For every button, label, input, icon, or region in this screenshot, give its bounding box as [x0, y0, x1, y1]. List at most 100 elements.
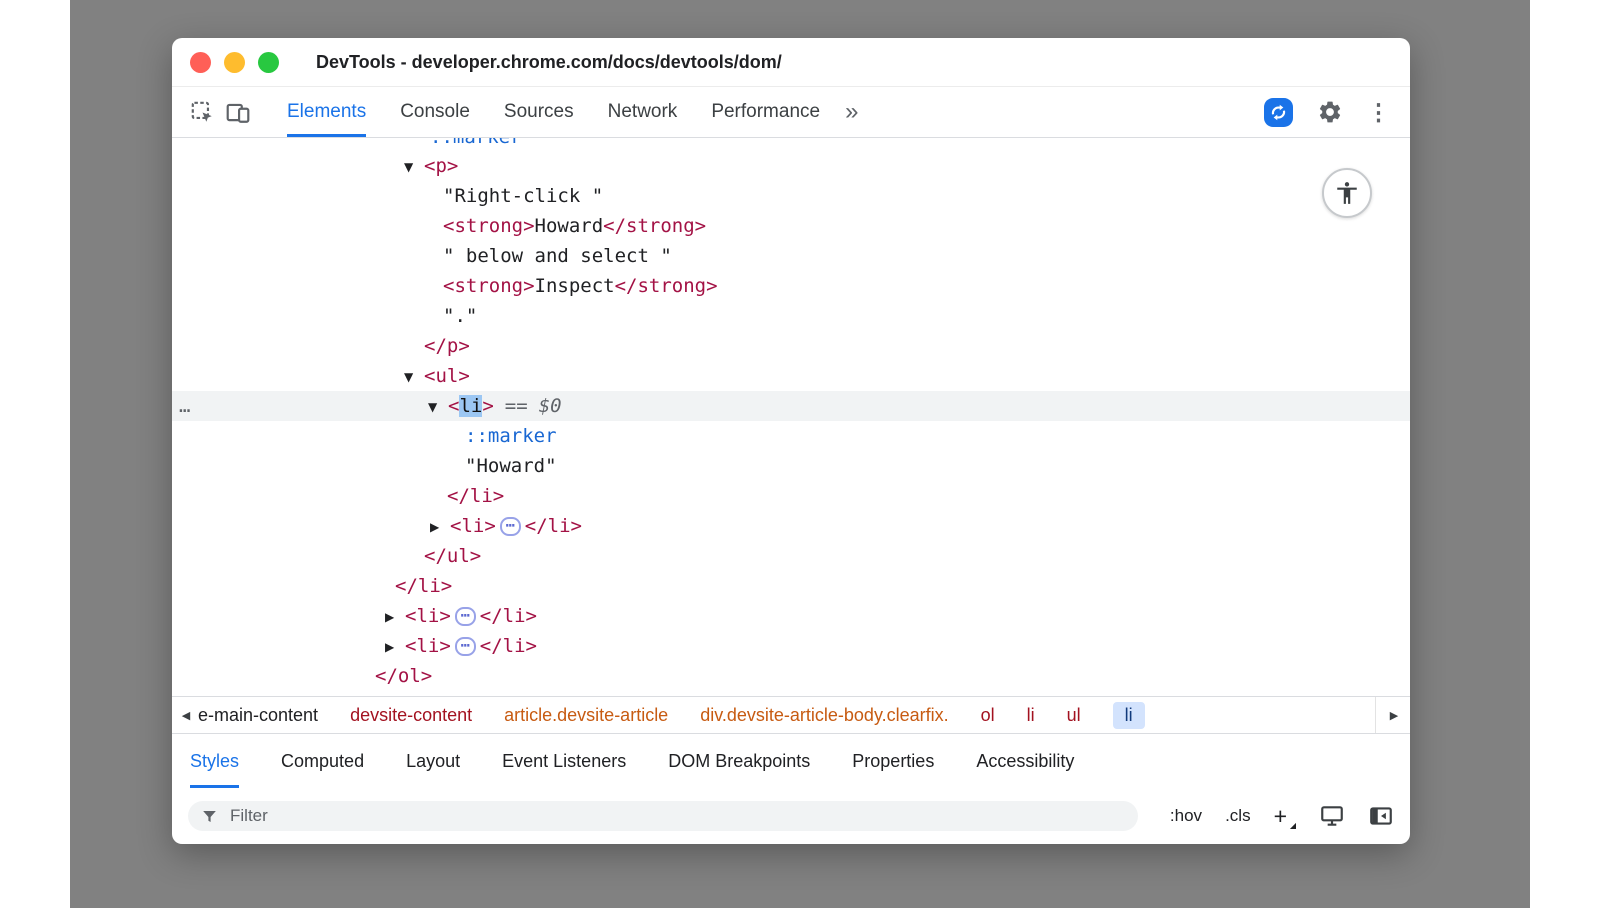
tab-event-listeners[interactable]: Event Listeners	[502, 734, 626, 788]
tab-sources[interactable]: Sources	[504, 87, 574, 137]
tree-line-collapsed-li[interactable]: ▶<li>⋯</li>	[172, 631, 1410, 661]
tree-line-ol-close[interactable]: </ol>	[172, 661, 1410, 691]
tree-line-li-close[interactable]: </li>	[172, 571, 1410, 601]
breadcrumb-item[interactable]: div.devsite-article-body.clearfix.	[700, 705, 948, 726]
text-node[interactable]: "."	[443, 305, 477, 327]
tree-line-text[interactable]: "Howard"	[172, 451, 1410, 481]
tab-computed[interactable]: Computed	[281, 734, 364, 788]
dollar-zero-reference: $0	[539, 395, 562, 417]
tab-elements[interactable]: Elements	[287, 87, 366, 137]
settings-gear-icon[interactable]	[1317, 99, 1343, 125]
tag-p-close[interactable]: </p>	[424, 335, 470, 357]
tree-line-collapsed-li[interactable]: ▶<li>⋯</li>	[172, 511, 1410, 541]
tree-line-text[interactable]: "Right-click "	[172, 181, 1410, 211]
tag-li-close[interactable]: </li>	[395, 575, 452, 597]
text-node[interactable]: " below and select "	[443, 245, 672, 267]
tab-properties[interactable]: Properties	[852, 734, 934, 788]
inspect-icon[interactable]	[184, 87, 220, 137]
tree-line-text[interactable]: " below and select "	[172, 241, 1410, 271]
tree-line-strong-howard[interactable]: <strong>Howard</strong>	[172, 211, 1410, 241]
inline-expand-button[interactable]: ⋯	[500, 517, 521, 536]
marker-pseudo-element[interactable]: ::marker	[430, 138, 522, 151]
breadcrumb-scroll-left-icon[interactable]: ◀	[174, 709, 198, 722]
collapse-arrow-icon[interactable]: ▶	[430, 512, 450, 542]
tree-line-ul-open[interactable]: ▼<ul>	[172, 361, 1410, 391]
text-node[interactable]: Inspect	[535, 275, 615, 297]
inline-expand-button[interactable]: ⋯	[455, 637, 476, 656]
plus-caret-icon: ◢	[1290, 822, 1296, 830]
tag-li-open[interactable]: <li>	[405, 635, 451, 657]
tag-li-gt[interactable]: >	[482, 395, 493, 417]
tree-line-strong-inspect[interactable]: <strong>Inspect</strong>	[172, 271, 1410, 301]
selected-tag-name[interactable]: li	[459, 395, 482, 417]
blue-sync-icon[interactable]	[1264, 98, 1293, 127]
tag-ol-close[interactable]: </ol>	[375, 665, 432, 687]
equals-sign: ==	[505, 395, 528, 417]
marker-pseudo-element[interactable]: ::marker	[465, 425, 557, 447]
expand-arrow-icon[interactable]: ▼	[428, 392, 448, 422]
new-style-rule-button[interactable]: +◢	[1274, 805, 1296, 828]
tab-console[interactable]: Console	[400, 87, 470, 137]
text-node[interactable]: Howard	[535, 215, 604, 237]
breadcrumb-item[interactable]: devsite-content	[350, 705, 472, 726]
tree-line-marker[interactable]: ::marker	[172, 421, 1410, 451]
tag-strong-close[interactable]: </strong>	[603, 215, 706, 237]
tag-ul-close[interactable]: </ul>	[424, 545, 481, 567]
minimize-window-button[interactable]	[224, 52, 245, 73]
text-node[interactable]: "Howard"	[465, 455, 557, 477]
accessibility-floating-button[interactable]	[1322, 168, 1372, 218]
breadcrumb-item[interactable]: ol	[981, 705, 995, 726]
tag-li-lt[interactable]: <	[448, 395, 459, 417]
toggle-element-state-button[interactable]: :hov	[1170, 806, 1202, 826]
breadcrumb-right-divider: ▶	[1375, 697, 1406, 733]
inline-expand-button[interactable]: ⋯	[455, 607, 476, 626]
breadcrumb-item[interactable]: ul	[1067, 705, 1081, 726]
element-classes-button[interactable]: .cls	[1225, 806, 1251, 826]
tree-line-clipped-marker[interactable]: ::marker	[172, 138, 1410, 151]
breadcrumb-item[interactable]: e-main-content	[198, 705, 318, 726]
tag-li-close[interactable]: </li>	[480, 605, 537, 627]
tag-strong-open[interactable]: <strong>	[443, 215, 535, 237]
tree-line-collapsed-li[interactable]: ▶<li>⋯</li>	[172, 601, 1410, 631]
zoom-window-button[interactable]	[258, 52, 279, 73]
tree-line-selected-li[interactable]: …▼<li>==$0	[172, 391, 1410, 421]
collapse-arrow-icon[interactable]: ▶	[385, 632, 405, 662]
tag-strong-close[interactable]: </strong>	[615, 275, 718, 297]
more-tabs-chevron-icon[interactable]: »	[845, 87, 858, 137]
tag-li-close[interactable]: </li>	[447, 485, 504, 507]
tree-line-li-close[interactable]: </li>	[172, 481, 1410, 511]
tab-styles[interactable]: Styles	[190, 734, 239, 788]
close-window-button[interactable]	[190, 52, 211, 73]
styles-pane-buttons: :hov .cls +◢	[1170, 803, 1394, 829]
tag-li-open[interactable]: <li>	[450, 515, 496, 537]
expand-arrow-icon[interactable]: ▼	[404, 152, 424, 182]
tab-network[interactable]: Network	[608, 87, 678, 137]
tag-li-close[interactable]: </li>	[480, 635, 537, 657]
collapse-arrow-icon[interactable]: ▶	[385, 602, 405, 632]
toggle-sidebar-icon[interactable]	[1368, 803, 1394, 829]
tree-line-ul-close[interactable]: </ul>	[172, 541, 1410, 571]
tree-line-p-open[interactable]: ▼<p>	[172, 151, 1410, 181]
tab-performance[interactable]: Performance	[711, 87, 820, 137]
filter-text-field[interactable]	[228, 805, 1126, 827]
breadcrumb-item[interactable]: article.devsite-article	[504, 705, 668, 726]
breadcrumb-scroll-right-icon[interactable]: ▶	[1382, 709, 1406, 722]
tab-accessibility[interactable]: Accessibility	[976, 734, 1074, 788]
tag-p-open[interactable]: <p>	[424, 155, 458, 177]
breadcrumb-item[interactable]: li	[1027, 705, 1035, 726]
rendering-emulations-icon[interactable]	[1319, 803, 1345, 829]
kebab-menu-icon[interactable]: ⋮	[1367, 101, 1390, 124]
device-toolbar-icon[interactable]	[220, 87, 256, 137]
tab-layout[interactable]: Layout	[406, 734, 460, 788]
tag-strong-open[interactable]: <strong>	[443, 275, 535, 297]
filter-input[interactable]	[188, 801, 1138, 831]
text-node[interactable]: "Right-click "	[443, 185, 603, 207]
tree-line-text[interactable]: "."	[172, 301, 1410, 331]
tab-dom-breakpoints[interactable]: DOM Breakpoints	[668, 734, 810, 788]
tag-li-close[interactable]: </li>	[525, 515, 582, 537]
tag-li-open[interactable]: <li>	[405, 605, 451, 627]
expand-arrow-icon[interactable]: ▼	[404, 362, 424, 392]
breadcrumb-item-selected[interactable]: li	[1113, 702, 1145, 729]
tag-ul-open[interactable]: <ul>	[424, 365, 470, 387]
tree-line-p-close[interactable]: </p>	[172, 331, 1410, 361]
